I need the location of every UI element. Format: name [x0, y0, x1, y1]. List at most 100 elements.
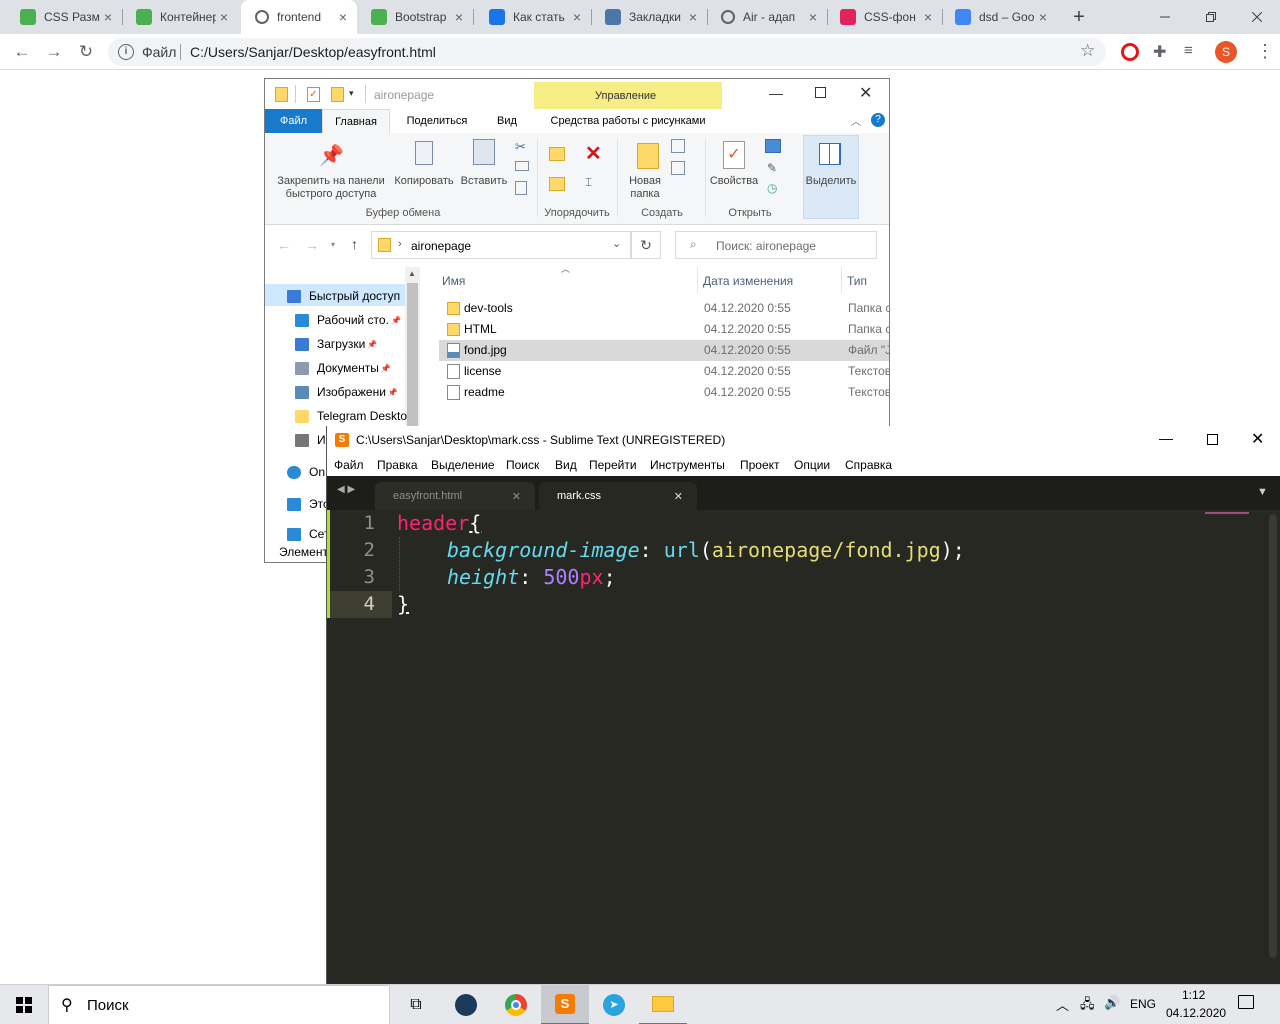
bookmark-star-icon[interactable]: ☆: [1080, 41, 1095, 61]
file-row[interactable]: dev-tools 04.12.2020 0:55 Папка с: [439, 298, 889, 319]
show-hidden-icons-icon[interactable]: ︿: [1056, 995, 1069, 1014]
new-folder-button[interactable]: Новая папка: [621, 175, 669, 201]
sidebar-item[interactable]: Сет: [287, 523, 329, 545]
recent-dropdown-icon[interactable]: ▾: [331, 240, 335, 249]
menu-preferences[interactable]: Опции: [794, 458, 830, 472]
sidebar-item[interactable]: Это: [287, 493, 330, 515]
sidebar-item[interactable]: Изображени 📌: [295, 381, 398, 403]
customize-quick-access-icon[interactable]: ▾: [349, 88, 354, 99]
cut-icon[interactable]: ✂: [515, 139, 526, 155]
close-tab-icon[interactable]: ×: [1035, 9, 1051, 25]
address-bar[interactable]: i Файл C:/Users/Sanjar/Desktop/easyfront…: [108, 38, 1106, 66]
maximize-button[interactable]: [1207, 434, 1218, 445]
sidebar-item[interactable]: On: [287, 461, 325, 483]
file-explorer-taskbar-icon[interactable]: [639, 985, 687, 1024]
open-icon[interactable]: [765, 139, 781, 153]
browser-tab[interactable]: Bootstrap ×: [357, 0, 473, 34]
tab-home[interactable]: Главная: [322, 109, 390, 133]
browser-tab[interactable]: CSS-фон ×: [826, 0, 942, 34]
file-row[interactable]: license 04.12.2020 0:55 Текстов: [439, 361, 889, 382]
start-button[interactable]: [0, 985, 48, 1024]
menu-file[interactable]: Файл: [334, 458, 364, 472]
tab-picture-tools[interactable]: Средства работы с рисунками: [535, 109, 721, 133]
taskbar-search[interactable]: ⚲ Поиск: [48, 985, 390, 1024]
maximize-button[interactable]: [815, 87, 826, 98]
clock-date[interactable]: 04.12.2020: [1166, 1006, 1226, 1020]
media-queue-icon[interactable]: ≡: [1184, 42, 1193, 59]
delete-icon[interactable]: ✕: [585, 141, 602, 166]
chevron-down-icon[interactable]: ⌄: [612, 237, 621, 250]
pin-quick-access-button[interactable]: Закрепить на панели быстрого доступа: [271, 175, 391, 201]
scroll-thumb[interactable]: [407, 283, 418, 431]
properties-button[interactable]: Свойства: [705, 175, 763, 188]
browser-tab[interactable]: Как стать ×: [475, 0, 591, 34]
sidebar-item[interactable]: Быстрый доступ: [287, 285, 400, 307]
easy-access-icon[interactable]: [671, 161, 685, 175]
info-icon[interactable]: i: [118, 44, 134, 60]
path-folder[interactable]: aironepage: [411, 239, 471, 253]
paste-button[interactable]: Вставить: [458, 175, 510, 188]
address-url[interactable]: C:/Users/Sanjar/Desktop/easyfront.html: [190, 44, 436, 60]
tab-file[interactable]: Файл: [265, 109, 322, 133]
file-row[interactable]: HTML 04.12.2020 0:55 Папка с: [439, 319, 889, 340]
close-tab-icon[interactable]: ×: [569, 9, 585, 25]
close-tab-icon[interactable]: ×: [685, 9, 701, 25]
notifications-icon[interactable]: [1238, 995, 1254, 1009]
column-date[interactable]: Дата изменения: [703, 274, 793, 288]
minimize-button[interactable]: —: [769, 85, 783, 101]
menu-tools[interactable]: Инструменты: [650, 458, 725, 472]
close-tab-icon[interactable]: ×: [805, 9, 821, 25]
file-row[interactable]: fond.jpg 04.12.2020 0:55 Файл "J: [439, 340, 889, 361]
editor-scrollbar[interactable]: [1269, 514, 1277, 958]
reload-icon[interactable]: ↻: [76, 42, 96, 62]
browser-tab[interactable]: dsd – Goo ×: [941, 0, 1057, 34]
steam-icon[interactable]: [442, 985, 490, 1024]
menu-find[interactable]: Поиск: [506, 458, 539, 472]
close-button[interactable]: [1234, 0, 1280, 34]
forward-icon[interactable]: →: [44, 42, 64, 62]
new-folder-quick-icon[interactable]: [331, 87, 344, 102]
minimap[interactable]: [1205, 510, 1265, 518]
adblock-icon[interactable]: [1121, 43, 1139, 61]
new-item-icon[interactable]: [671, 139, 685, 153]
tab-nav-icon[interactable]: ◀ ▶: [337, 484, 355, 495]
menu-goto[interactable]: Перейти: [589, 458, 637, 472]
minimize-button[interactable]: [1142, 0, 1188, 34]
browser-tab[interactable]: Закладки ×: [591, 0, 707, 34]
clock-time[interactable]: 1:12: [1182, 988, 1205, 1002]
history-icon[interactable]: ◷: [767, 181, 777, 195]
close-button[interactable]: ✕: [859, 83, 872, 103]
address-field[interactable]: › aironepage ⌄: [371, 231, 631, 259]
close-tab-icon[interactable]: ×: [335, 9, 351, 25]
close-tab-icon[interactable]: ×: [920, 9, 936, 25]
back-icon[interactable]: ←: [12, 42, 32, 62]
help-icon[interactable]: ?: [871, 113, 885, 127]
chrome-icon[interactable]: [492, 985, 540, 1024]
close-icon[interactable]: ✕: [512, 490, 521, 503]
column-type[interactable]: Тип: [847, 274, 867, 288]
close-icon[interactable]: ✕: [674, 490, 683, 503]
new-tab-button[interactable]: +: [1068, 6, 1090, 28]
refresh-button[interactable]: ↻: [631, 231, 661, 259]
tab-view[interactable]: Вид: [487, 109, 527, 133]
tab-share[interactable]: Поделиться: [395, 109, 479, 133]
rename-icon[interactable]: ⌶: [585, 175, 592, 190]
menu-help[interactable]: Справка: [845, 458, 892, 472]
tab-dropdown-icon[interactable]: ▼: [1257, 486, 1268, 498]
network-icon[interactable]: 🖧: [1080, 995, 1095, 1017]
column-name[interactable]: Имя: [442, 274, 465, 288]
sidebar-item[interactable]: Рабочий сто. 📌: [295, 309, 401, 331]
volume-icon[interactable]: 🔊: [1104, 995, 1120, 1011]
close-tab-icon[interactable]: ×: [100, 9, 116, 25]
copy-to-icon[interactable]: [549, 177, 565, 191]
language-indicator[interactable]: ENG: [1130, 997, 1156, 1011]
scroll-up-icon[interactable]: ▲: [408, 269, 416, 278]
menu-kebab-icon[interactable]: ⋮: [1256, 40, 1274, 62]
browser-tab[interactable]: frontend ×: [241, 0, 357, 34]
telegram-icon[interactable]: ➤: [590, 985, 638, 1024]
profile-avatar[interactable]: S: [1215, 41, 1237, 63]
search-field[interactable]: ⌕ Поиск: aironepage: [675, 231, 877, 259]
properties-quick-icon[interactable]: ✓: [307, 87, 320, 102]
close-tab-icon[interactable]: ×: [216, 9, 232, 25]
edit-icon[interactable]: ✎: [767, 161, 777, 175]
